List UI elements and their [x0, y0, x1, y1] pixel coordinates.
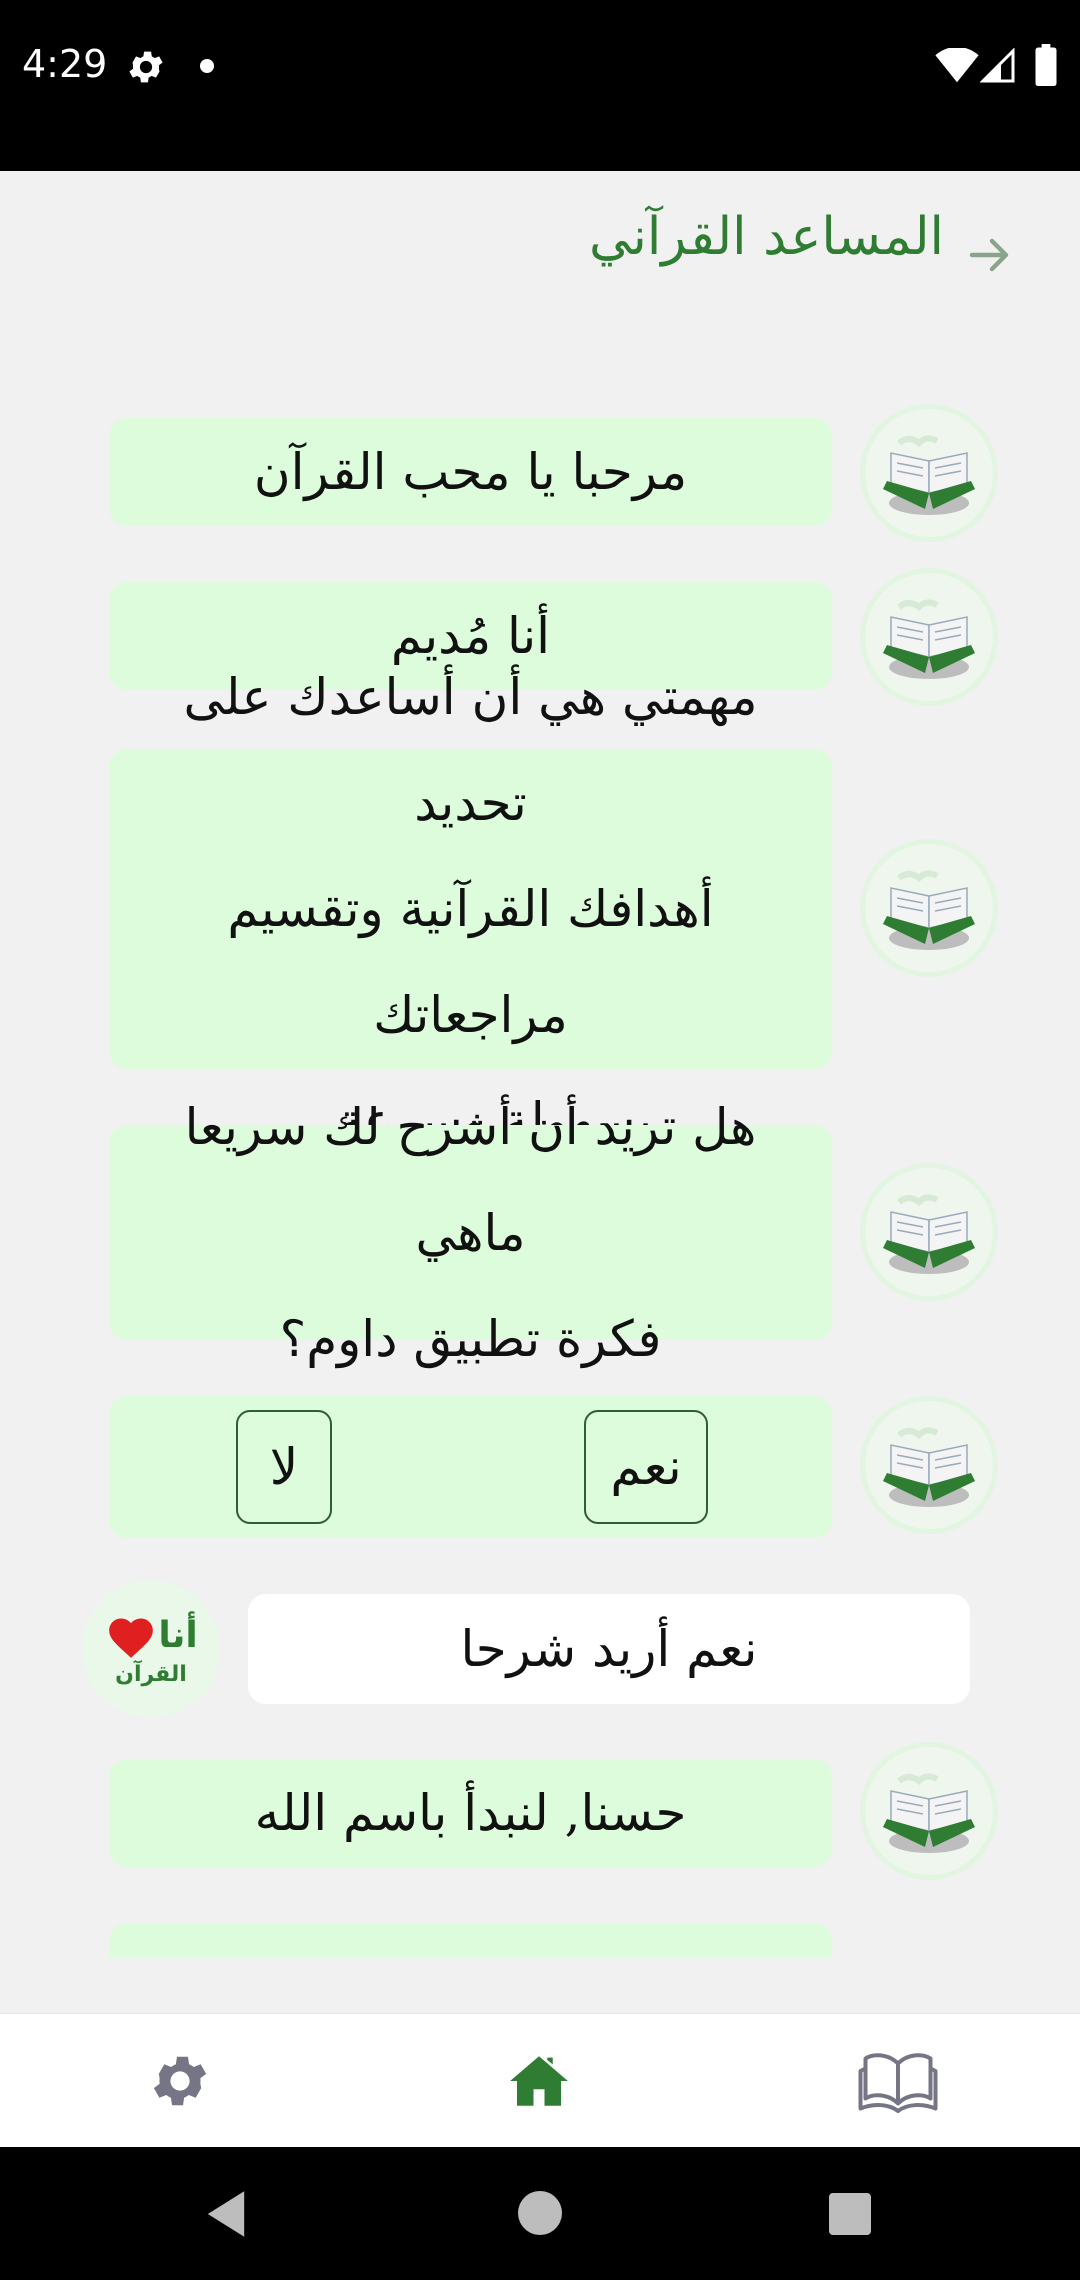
quran-book-icon	[883, 1194, 975, 1274]
message-line: هل تريد أن أشرح لك سريعا ماهي	[184, 1097, 757, 1262]
message-text: حسنا, لنبدأ باسم الله	[254, 1784, 687, 1842]
bot-avatar	[860, 1396, 998, 1534]
notification-dot-icon	[200, 59, 214, 73]
bot-avatar	[860, 568, 998, 706]
brand-text-ana: أنا	[158, 1615, 198, 1656]
message-line: أهدافك القرآنية وتقسيم مراجعاتك	[227, 880, 714, 1044]
user-avatar: أنا القرآن	[82, 1580, 220, 1718]
bot-choices-container	[109, 1396, 832, 1538]
bot-message: هل تريد أن أشرح لك سريعا ماهي فكرة تطبيق…	[109, 1098, 832, 1368]
gear-icon[interactable]	[147, 2048, 213, 2114]
home-circle-icon[interactable]	[518, 2191, 562, 2235]
system-nav-bar	[0, 2147, 1080, 2280]
message-text: نعم أريد شرحا	[460, 1620, 758, 1678]
signal-icon	[980, 48, 1015, 83]
bot-message: مرحبا يا محب القرآن	[109, 418, 832, 526]
back-triangle-icon[interactable]	[203, 2189, 249, 2239]
bot-message-partial	[109, 1923, 832, 1957]
quran-book-icon	[883, 1773, 975, 1853]
gear-icon	[129, 51, 163, 83]
bot-message: حسنا, لنبدأ باسم الله	[109, 1759, 832, 1867]
wifi-icon	[935, 48, 979, 83]
status-time: 4:29	[22, 42, 108, 86]
no-button[interactable]: لا	[236, 1410, 332, 1524]
open-book-icon[interactable]	[858, 2048, 938, 2114]
quran-book-icon	[883, 599, 975, 679]
bot-avatar	[860, 1742, 998, 1880]
bot-message: مهمتي هي أن أساعدك على تحديد أهدافك القر…	[109, 668, 832, 1150]
bottom-nav	[0, 2013, 1080, 2147]
status-bar: 4:29	[0, 0, 1080, 171]
quran-book-icon	[883, 870, 975, 950]
bot-avatar	[860, 404, 998, 542]
message-line: مهمتي هي أن أساعدك على تحديد	[183, 668, 758, 832]
user-message: نعم أريد شرحا	[248, 1594, 970, 1704]
brand-logo: أنا	[104, 1612, 198, 1660]
home-icon[interactable]	[506, 2048, 572, 2114]
message-line: فكرة تطبيق داوم؟	[279, 1309, 662, 1368]
quran-book-icon	[883, 435, 975, 515]
message-text: مرحبا يا محب القرآن	[253, 443, 688, 501]
yes-button[interactable]: نعم	[584, 1410, 708, 1524]
battery-icon	[1035, 44, 1057, 86]
quran-book-icon	[883, 1427, 975, 1507]
bot-avatar	[860, 839, 998, 977]
arrow-right-icon[interactable]	[966, 231, 1014, 279]
brand-text-quran: القرآن	[115, 1661, 187, 1687]
bot-avatar	[860, 1163, 998, 1301]
page-title: المساعد القرآني	[589, 207, 944, 267]
heart-icon	[109, 1618, 154, 1658]
app-header: المساعد القرآني	[0, 171, 1080, 331]
chat-area[interactable]: مرحبا يا محب القرآن أنا مُديم مهمتي هي أ…	[0, 331, 1080, 1957]
recents-square-icon[interactable]	[829, 2193, 871, 2235]
